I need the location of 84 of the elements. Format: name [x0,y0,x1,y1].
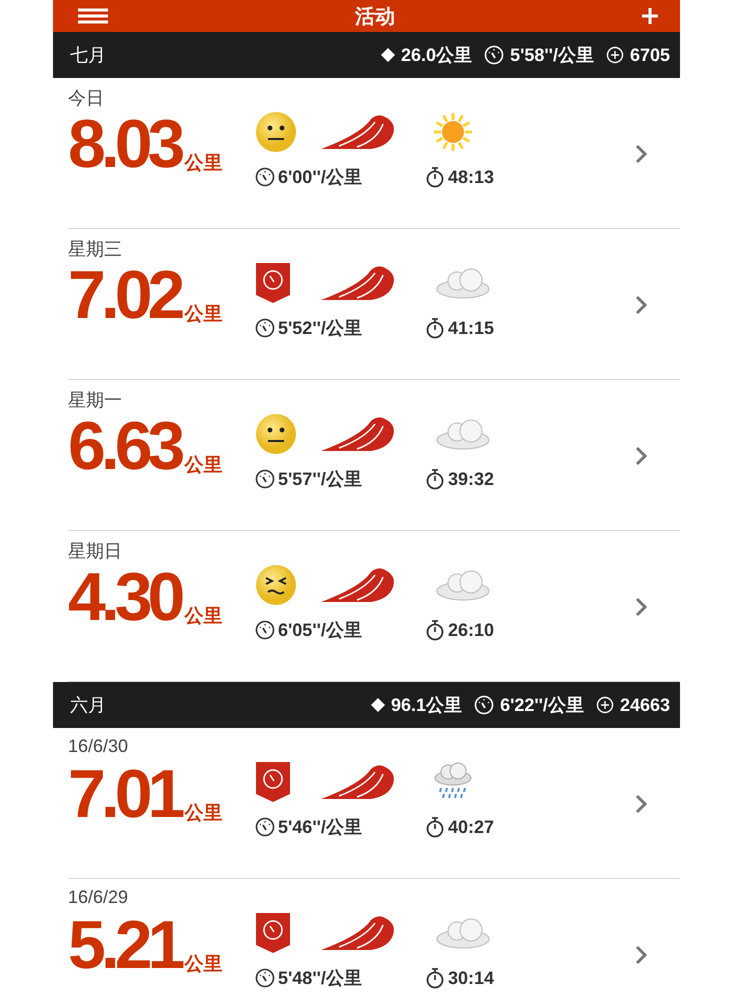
stopwatch-icon [425,317,445,339]
run-pace: 5'52''/公里 [278,317,362,340]
run-date: 星期日 [68,540,123,561]
stopwatch-icon [425,166,445,188]
run-distance: 7.02 [68,261,180,329]
menu-icon[interactable] [78,8,108,24]
running-track-icon [321,416,395,452]
run-row[interactable]: 16/6/30 7.01公里 5'46''/公里 40:27 [53,728,680,879]
run-row[interactable]: 星期日 4.30公里 6'05''/公里 26:10 [53,531,680,682]
run-date: 星期三 [68,238,123,259]
stopwatch-icon [425,967,445,989]
distance-unit: 公里 [184,303,222,327]
gauge-badge-icon [255,262,291,302]
diamond-icon [371,698,386,712]
sun-icon [433,112,473,152]
gauge-badge-icon [255,912,291,952]
run-distance: 4.30 [68,563,180,631]
run-duration: 30:14 [448,968,494,988]
pace-gauge-icon [255,318,275,338]
neutral-face-icon [255,110,297,152]
chevron-right-icon [635,794,647,814]
month-pace: 5'58''/公里 [510,44,594,67]
fuel-plus-icon [596,696,614,714]
run-pace: 5'46''/公里 [278,816,362,839]
month-distance: 26.0公里 [401,44,472,67]
diamond-icon [381,48,396,62]
distance-unit: 公里 [184,152,222,176]
run-distance: 8.03 [68,110,180,178]
chevron-right-icon [635,294,647,314]
run-pace: 5'57''/公里 [278,468,362,491]
pace-gauge-icon [255,620,275,640]
run-distance: 5.21 [68,911,180,979]
fuel-plus-icon [606,46,624,64]
chevron-right-icon [635,944,647,964]
distance-unit: 公里 [184,953,222,977]
run-duration: 40:27 [448,816,494,838]
strained-face-icon [255,564,297,606]
month-name: 七月 [70,44,107,67]
run-duration: 39:32 [448,468,494,490]
pace-gauge-icon [474,695,494,715]
run-duration: 26:10 [448,620,494,640]
run-date: 星期一 [68,389,123,410]
run-date: 16/6/30 [68,736,130,758]
run-pace: 6'05''/公里 [278,619,362,642]
running-track-icon [321,914,395,950]
run-row[interactable]: 16/6/29 5.21公里 5'48''/公里 30:14 [53,879,680,1000]
month-pace: 6'22''/公里 [500,694,584,717]
running-track-icon [321,566,395,602]
distance-unit: 公里 [184,454,222,478]
pace-gauge-icon [255,968,275,988]
pace-gauge-icon [484,45,504,65]
pace-gauge-icon [255,469,275,489]
month-fuel: 24663 [620,694,670,716]
run-distance: 6.63 [68,412,180,480]
neutral-face-icon [255,412,297,454]
run-date: 16/6/29 [68,887,130,909]
add-icon[interactable] [642,8,658,24]
distance-unit: 公里 [184,802,222,826]
run-date: 今日 [68,87,105,108]
month-distance: 96.1公里 [391,694,462,717]
distance-unit: 公里 [184,605,222,629]
run-row[interactable]: 星期三 7.02公里 5'52''/公里 41:15 [53,229,680,380]
run-duration: 48:13 [448,166,494,188]
month-fuel: 6705 [630,44,670,66]
running-track-icon [321,764,395,800]
running-track-icon [321,264,395,300]
stopwatch-icon [425,619,445,641]
stopwatch-icon [425,816,445,838]
stopwatch-icon [425,468,445,490]
run-distance: 7.01 [68,760,180,828]
run-pace: 5'48''/公里 [278,967,362,990]
gauge-badge-icon [255,762,291,802]
chevron-right-icon [635,446,647,466]
run-row[interactable]: 星期一 6.63公里 5'57''/公里 39:32 [53,380,680,531]
month-name: 六月 [70,694,107,717]
chevron-right-icon [635,596,647,616]
chevron-right-icon [635,144,647,164]
pace-gauge-icon [255,167,275,187]
run-row[interactable]: 今日 8.03公里 6'00''/公里 48:13 [53,78,680,229]
run-pace: 6'00''/公里 [278,166,362,189]
run-duration: 41:15 [448,318,494,338]
running-track-icon [321,114,395,150]
page-title: 活动 [355,4,395,30]
pace-gauge-icon [255,817,275,837]
